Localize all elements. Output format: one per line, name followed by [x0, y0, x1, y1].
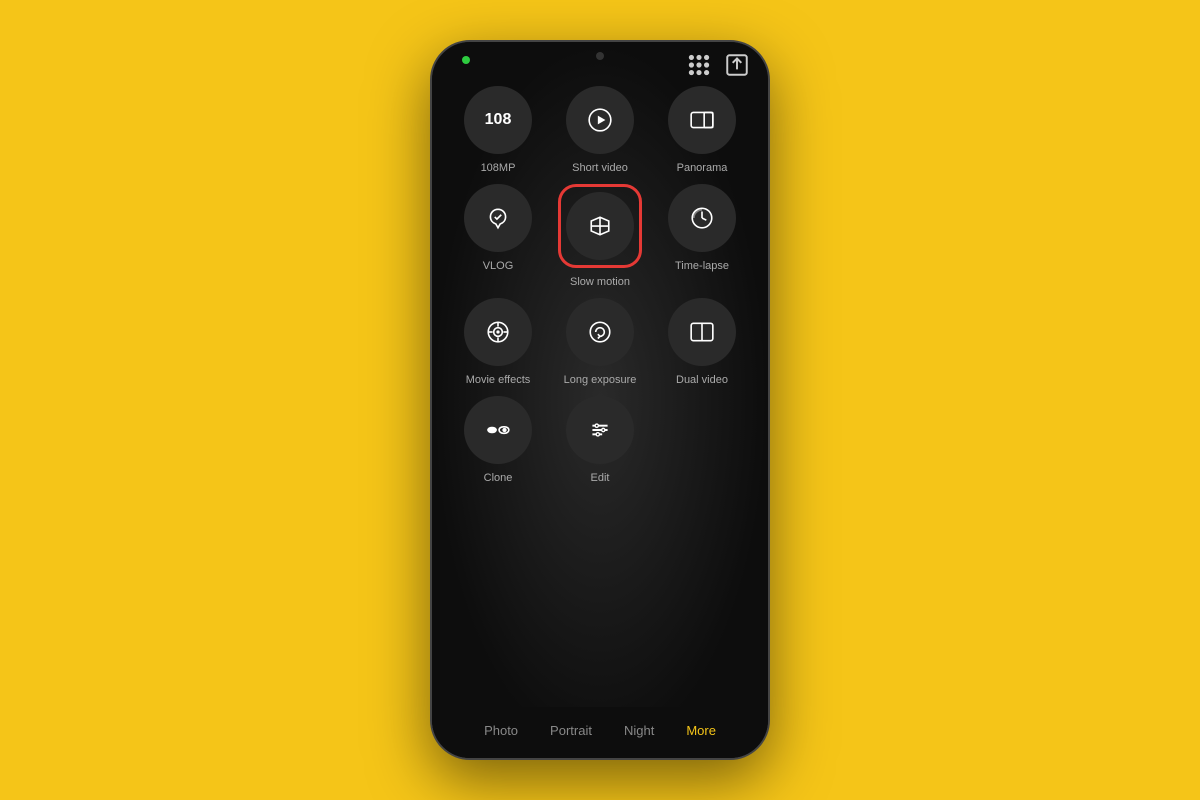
- mode-panorama[interactable]: Panorama: [656, 86, 748, 174]
- mode-label-slow-motion: Slow motion: [570, 276, 630, 288]
- mode-label-long-exposure: Long exposure: [564, 374, 637, 386]
- modes-grid: 108 108MP Short video: [432, 66, 768, 707]
- mode-icon-movie-effects: [464, 298, 532, 366]
- phone-screen: 108 108MP Short video: [432, 42, 768, 758]
- mode-label-dual-video: Dual video: [676, 374, 728, 386]
- mode-long-exposure[interactable]: Long exposure: [554, 298, 646, 386]
- mode-icon-clone: [464, 396, 532, 464]
- mode-movie-effects[interactable]: Movie effects: [452, 298, 544, 386]
- share-icon[interactable]: [724, 52, 750, 83]
- top-bar: [432, 42, 768, 66]
- mode-label-short-video: Short video: [572, 162, 628, 174]
- mode-slow-motion[interactable]: Slow motion: [554, 184, 646, 288]
- mode-icon-short-video: [566, 86, 634, 154]
- phone-device: 108 108MP Short video: [430, 40, 770, 760]
- mode-label-clone: Clone: [484, 472, 513, 484]
- mode-label-movie-effects: Movie effects: [466, 374, 531, 386]
- mode-icon-slow-motion: [566, 192, 634, 260]
- bottom-nav: Photo Portrait Night More: [432, 707, 768, 758]
- mode-label-vlog: VLOG: [483, 260, 514, 272]
- mode-icon-long-exposure: [566, 298, 634, 366]
- nav-night[interactable]: Night: [618, 719, 660, 742]
- led-indicator: [462, 56, 470, 64]
- mode-label-panorama: Panorama: [677, 162, 728, 174]
- mode-icon-108mp: 108: [464, 86, 532, 154]
- mode-label-time-lapse: Time-lapse: [675, 260, 729, 272]
- mode-time-lapse[interactable]: Time-lapse: [656, 184, 748, 288]
- mode-icon-time-lapse: [668, 184, 736, 252]
- mode-icon-vlog: [464, 184, 532, 252]
- nav-photo[interactable]: Photo: [478, 719, 524, 742]
- top-icons: [686, 52, 750, 83]
- mode-edit[interactable]: Edit: [554, 396, 646, 484]
- mode-icon-edit: [566, 396, 634, 464]
- mode-108mp[interactable]: 108 108MP: [452, 86, 544, 174]
- slow-motion-highlight: [558, 184, 642, 268]
- grid-icon[interactable]: [686, 52, 712, 83]
- phone-body: 108 108MP Short video: [430, 40, 770, 760]
- nav-portrait[interactable]: Portrait: [544, 719, 598, 742]
- mode-dual-video[interactable]: Dual video: [656, 298, 748, 386]
- mode-vlog[interactable]: VLOG: [452, 184, 544, 288]
- mode-label-edit: Edit: [591, 472, 610, 484]
- mode-clone[interactable]: Clone: [452, 396, 544, 484]
- mode-label-108mp: 108MP: [481, 162, 516, 174]
- nav-more[interactable]: More: [680, 719, 722, 742]
- mode-icon-panorama: [668, 86, 736, 154]
- mode-short-video[interactable]: Short video: [554, 86, 646, 174]
- mode-icon-dual-video: [668, 298, 736, 366]
- front-camera: [596, 52, 604, 60]
